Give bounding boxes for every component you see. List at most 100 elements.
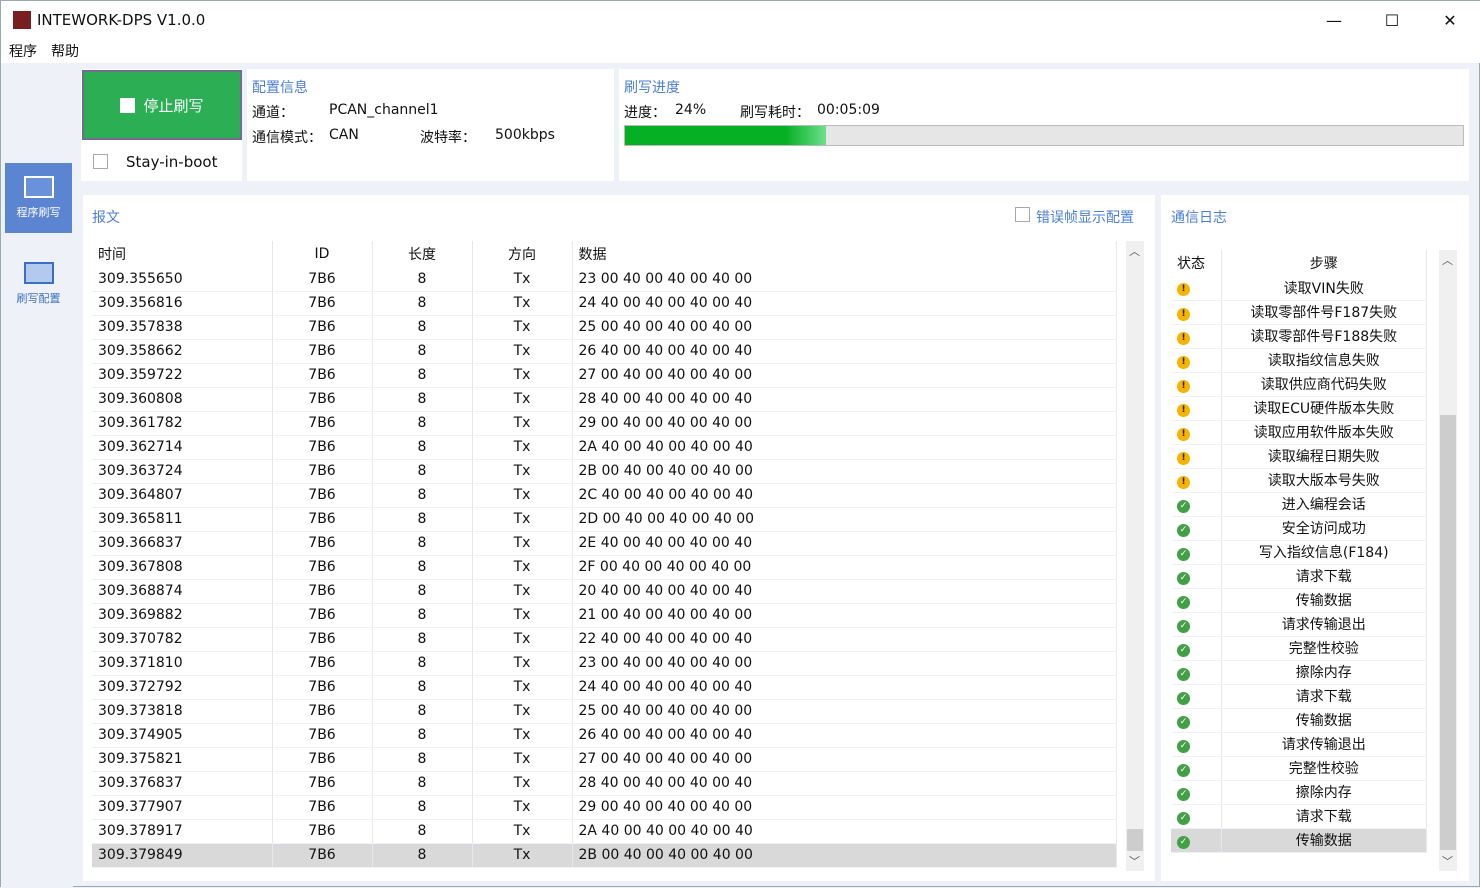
log-row[interactable]: ✓ 请求传输退出 — [1171, 612, 1427, 637]
cell-id: 7B6 — [272, 771, 373, 796]
message-row[interactable]: 309.362714 7B6 8 Tx 2A 40 00 40 00 40 00 40 — [92, 435, 1117, 460]
col-length[interactable]: 长度 — [372, 241, 473, 267]
log-row[interactable]: ✓ 完整性校验 — [1171, 756, 1427, 781]
col-direction[interactable]: 方向 — [472, 241, 573, 267]
messages-scrollbar[interactable]: ︿ ﹀ — [1126, 241, 1144, 871]
cell-data: 29 00 40 00 40 00 40 00 — [572, 795, 1117, 820]
message-row[interactable]: 309.357838 7B6 8 Tx 25 00 40 00 40 00 40 00 — [92, 315, 1117, 340]
menu-help[interactable]: 帮助 — [51, 41, 79, 61]
message-row[interactable]: 309.377907 7B6 8 Tx 29 00 40 00 40 00 40 00 — [92, 795, 1117, 820]
close-button[interactable]: ✕ — [1421, 1, 1479, 39]
scroll-up-icon[interactable]: ︿ — [1439, 252, 1456, 268]
cell-id: 7B6 — [272, 651, 373, 676]
message-row[interactable]: 309.355650 7B6 8 Tx 23 00 40 00 40 00 40 00 — [92, 267, 1117, 292]
baud-value: 500kbps — [495, 127, 555, 143]
message-row[interactable]: 309.370782 7B6 8 Tx 22 40 00 40 00 40 00 40 — [92, 627, 1117, 652]
cell-data: 26 40 00 40 00 40 00 40 — [572, 723, 1117, 748]
log-row[interactable]: ✓ 请求下载 — [1171, 564, 1427, 589]
cell-data: 23 00 40 00 40 00 40 00 — [572, 651, 1117, 676]
log-row[interactable]: ! 读取编程日期失败 — [1171, 444, 1427, 469]
log-row[interactable]: ! 读取指纹信息失败 — [1171, 348, 1427, 373]
cell-direction: Tx — [472, 699, 573, 724]
message-row[interactable]: 309.358662 7B6 8 Tx 26 40 00 40 00 40 00 40 — [92, 339, 1117, 364]
scroll-thumb[interactable] — [1440, 415, 1456, 850]
log-row[interactable]: ✓ 请求下载 — [1171, 804, 1427, 829]
scroll-thumb[interactable] — [1127, 829, 1143, 851]
log-row[interactable]: ✓ 传输数据 — [1171, 828, 1427, 853]
message-row[interactable]: 309.378917 7B6 8 Tx 2A 40 00 40 00 40 00 40 — [92, 819, 1117, 844]
minimize-button[interactable]: — — [1305, 1, 1363, 39]
log-row[interactable]: ! 读取应用软件版本失败 — [1171, 420, 1427, 445]
scroll-up-icon[interactable]: ︿ — [1126, 243, 1143, 259]
title-bar: INTEWORK-DPS V1.0.0 — ☐ ✕ — [1, 1, 1480, 39]
cell-id: 7B6 — [272, 843, 373, 868]
log-row[interactable]: ✓ 擦除内存 — [1171, 780, 1427, 805]
cell-direction: Tx — [472, 675, 573, 700]
elapsed-value: 00:05:09 — [817, 102, 880, 118]
log-row[interactable]: ! 读取ECU硬件版本失败 — [1171, 396, 1427, 421]
scroll-down-icon[interactable]: ﹀ — [1439, 853, 1456, 869]
col-status[interactable]: 状态 — [1171, 250, 1222, 276]
cell-direction: Tx — [472, 819, 573, 844]
col-data[interactable]: 数据 — [572, 241, 1117, 267]
cell-length: 8 — [372, 747, 473, 772]
log-scrollbar[interactable]: ︿ ﹀ — [1439, 250, 1457, 871]
cell-id: 7B6 — [272, 483, 373, 508]
message-row[interactable]: 309.365811 7B6 8 Tx 2D 00 40 00 40 00 40 00 — [92, 507, 1117, 532]
message-row[interactable]: 309.366837 7B6 8 Tx 2E 40 00 40 00 40 00 40 — [92, 531, 1117, 556]
message-row[interactable]: 309.360808 7B6 8 Tx 28 40 00 40 00 40 00 40 — [92, 387, 1117, 412]
cell-time: 309.366837 — [92, 531, 273, 556]
log-row[interactable]: ✓ 进入编程会话 — [1171, 492, 1427, 517]
error-frame-label[interactable]: 错误帧显示配置 — [1036, 207, 1134, 227]
cell-time: 309.379849 — [92, 843, 273, 868]
col-time[interactable]: 时间 — [92, 241, 273, 267]
log-row[interactable]: ✓ 安全访问成功 — [1171, 516, 1427, 541]
message-row[interactable]: 309.376837 7B6 8 Tx 28 40 00 40 00 40 00 40 — [92, 771, 1117, 796]
log-row[interactable]: ✓ 请求传输退出 — [1171, 732, 1427, 757]
stay-in-boot-checkbox[interactable] — [93, 154, 108, 169]
menu-program[interactable]: 程序 — [9, 41, 37, 61]
col-id[interactable]: ID — [272, 241, 373, 267]
cell-data: 26 40 00 40 00 40 00 40 — [572, 339, 1117, 364]
message-row[interactable]: 309.369882 7B6 8 Tx 21 00 40 00 40 00 40 00 — [92, 603, 1117, 628]
sidebar-item-flash-config[interactable]: 刷写配置 — [5, 249, 72, 319]
cell-time: 309.359722 — [92, 363, 273, 388]
cell-length: 8 — [372, 603, 473, 628]
message-row[interactable]: 309.371810 7B6 8 Tx 23 00 40 00 40 00 40 00 — [92, 651, 1117, 676]
log-row[interactable]: ✓ 写入指纹信息(F184) — [1171, 540, 1427, 565]
maximize-button[interactable]: ☐ — [1363, 1, 1421, 39]
cell-length: 8 — [372, 507, 473, 532]
message-row[interactable]: 309.363724 7B6 8 Tx 2B 00 40 00 40 00 40 00 — [92, 459, 1117, 484]
stop-flash-button[interactable]: 停止刷写 — [82, 70, 242, 140]
message-row[interactable]: 309.356816 7B6 8 Tx 24 40 00 40 00 40 00 40 — [92, 291, 1117, 316]
stop-flash-label: 停止刷写 — [143, 96, 204, 115]
log-row[interactable]: ! 读取供应商代码失败 — [1171, 372, 1427, 397]
col-step[interactable]: 步骤 — [1221, 250, 1427, 276]
cell-step: 传输数据 — [1221, 828, 1427, 853]
log-row[interactable]: ! 读取VIN失败 — [1171, 276, 1427, 301]
message-row[interactable]: 309.361782 7B6 8 Tx 29 00 40 00 40 00 40 00 — [92, 411, 1117, 436]
message-row[interactable]: 309.372792 7B6 8 Tx 24 40 00 40 00 40 00 40 — [92, 675, 1117, 700]
baud-label: 波特率： — [420, 130, 476, 146]
message-row[interactable]: 309.375821 7B6 8 Tx 27 00 40 00 40 00 40 00 — [92, 747, 1117, 772]
message-row[interactable]: 309.364807 7B6 8 Tx 2C 40 00 40 00 40 00 40 — [92, 483, 1117, 508]
log-row[interactable]: ✓ 完整性校验 — [1171, 636, 1427, 661]
log-row[interactable]: ✓ 传输数据 — [1171, 588, 1427, 613]
message-row[interactable]: 309.368874 7B6 8 Tx 20 40 00 40 00 40 00 40 — [92, 579, 1117, 604]
cell-id: 7B6 — [272, 675, 373, 700]
log-row[interactable]: ✓ 传输数据 — [1171, 708, 1427, 733]
message-row[interactable]: 309.359722 7B6 8 Tx 27 00 40 00 40 00 40 00 — [92, 363, 1117, 388]
message-row[interactable]: 309.373818 7B6 8 Tx 25 00 40 00 40 00 40 00 — [92, 699, 1117, 724]
sidebar-item-program-flash[interactable]: 程序刷写 — [5, 163, 72, 233]
log-row[interactable]: ! 读取零部件号F187失败 — [1171, 300, 1427, 325]
log-row[interactable]: ✓ 擦除内存 — [1171, 660, 1427, 685]
message-row[interactable]: 309.367808 7B6 8 Tx 2F 00 40 00 40 00 40 00 — [92, 555, 1117, 580]
scroll-down-icon[interactable]: ﹀ — [1126, 853, 1143, 869]
error-frame-checkbox[interactable] — [1015, 207, 1030, 222]
log-row[interactable]: ! 读取零部件号F188失败 — [1171, 324, 1427, 349]
log-row[interactable]: ✓ 请求下载 — [1171, 684, 1427, 709]
message-row[interactable]: 309.379849 7B6 8 Tx 2B 00 40 00 40 00 40 00 — [92, 843, 1117, 868]
message-row[interactable]: 309.374905 7B6 8 Tx 26 40 00 40 00 40 00 40 — [92, 723, 1117, 748]
cell-direction: Tx — [472, 507, 573, 532]
log-row[interactable]: ! 读取大版本号失败 — [1171, 468, 1427, 493]
